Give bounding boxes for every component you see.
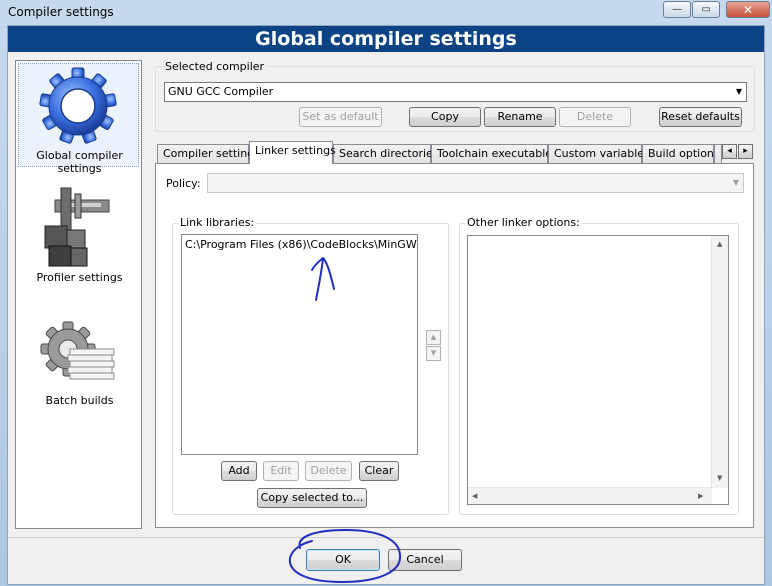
link-libraries-label: Link libraries:	[178, 216, 257, 229]
tab-search-directories[interactable]: Search directories	[333, 144, 439, 163]
window-title: Compiler settings	[8, 5, 114, 19]
cancel-button[interactable]: Cancel	[388, 549, 462, 571]
copy-selected-to-button[interactable]: Copy selected to...	[257, 488, 367, 508]
scroll-down-icon[interactable]: ▼	[717, 474, 722, 482]
tab-custom-variables[interactable]: Custom variables	[548, 144, 650, 163]
rename-button[interactable]: Rename	[484, 107, 556, 127]
scroll-left-icon[interactable]: ◀	[472, 492, 477, 500]
list-item[interactable]: C:\Program Files (x86)\CodeBlocks\MinGW\…	[185, 238, 417, 251]
move-up-button[interactable]: ▲	[426, 330, 441, 345]
other-linker-options-label: Other linker options:	[465, 216, 582, 229]
maximize-button[interactable]: ▭	[692, 1, 720, 18]
delete-compiler-button[interactable]: Delete	[559, 107, 631, 127]
batch-builds-icon[interactable]	[40, 321, 118, 385]
gear-icon	[39, 67, 117, 144]
horizontal-scrollbar[interactable]: ◀ ▶	[468, 487, 712, 504]
move-down-button[interactable]: ▼	[426, 346, 441, 361]
scroll-right-icon[interactable]: ▶	[698, 492, 703, 500]
tab-overflow	[714, 144, 722, 163]
close-button[interactable]: ✕	[726, 1, 770, 18]
add-library-button[interactable]: Add	[221, 461, 257, 481]
settings-nav: Global compiler settings Profiler settin…	[15, 60, 142, 529]
delete-library-button[interactable]: Delete	[305, 461, 352, 481]
compiler-select-value: GNU GCC Compiler	[168, 85, 274, 98]
compiler-select[interactable]: GNU GCC Compiler ▼	[164, 82, 747, 102]
linker-settings-page: Policy: ▼ Link libraries: C:\Program Fil…	[155, 163, 754, 528]
chevron-down-icon: ▼	[735, 87, 742, 96]
ok-button[interactable]: OK	[306, 549, 380, 571]
policy-select[interactable]: ▼	[207, 173, 744, 193]
selected-compiler-label: Selected compiler	[163, 60, 267, 73]
tab-toolchain-executables[interactable]: Toolchain executables	[431, 144, 558, 163]
footer-divider	[8, 537, 764, 538]
other-linker-options-textarea[interactable]: ▲ ▼ ◀ ▶	[467, 235, 729, 505]
policy-label: Policy:	[166, 177, 201, 190]
edit-library-button[interactable]: Edit	[263, 461, 299, 481]
vertical-scrollbar[interactable]: ▲ ▼	[711, 236, 728, 488]
profiler-icon[interactable]	[41, 186, 117, 268]
copy-button[interactable]: Copy	[409, 107, 481, 127]
tab-build-options[interactable]: Build options	[642, 144, 720, 163]
nav-label-batch-builds: Batch builds	[45, 394, 114, 407]
chevron-down-icon: ▼	[732, 178, 739, 187]
scroll-up-icon[interactable]: ▲	[717, 240, 722, 248]
link-libraries-list[interactable]: C:\Program Files (x86)\CodeBlocks\MinGW\…	[181, 234, 418, 455]
tab-compiler-settings[interactable]: Compiler settings	[157, 144, 260, 163]
reset-defaults-button[interactable]: Reset defaults	[659, 107, 742, 127]
tab-scroll-right-button[interactable]: ▸	[738, 144, 753, 159]
tab-scroll-left-button[interactable]: ◂	[722, 144, 737, 159]
set-as-default-button[interactable]: Set as default	[299, 107, 382, 127]
minimize-button[interactable]: —	[663, 1, 691, 18]
nav-label-global: Global compiler settings	[36, 149, 123, 175]
settings-banner: Global compiler settings	[8, 26, 764, 52]
clear-libraries-button[interactable]: Clear	[359, 461, 399, 481]
tab-linker-settings[interactable]: Linker settings	[249, 141, 336, 164]
nav-label-profiler: Profiler settings	[36, 271, 123, 284]
